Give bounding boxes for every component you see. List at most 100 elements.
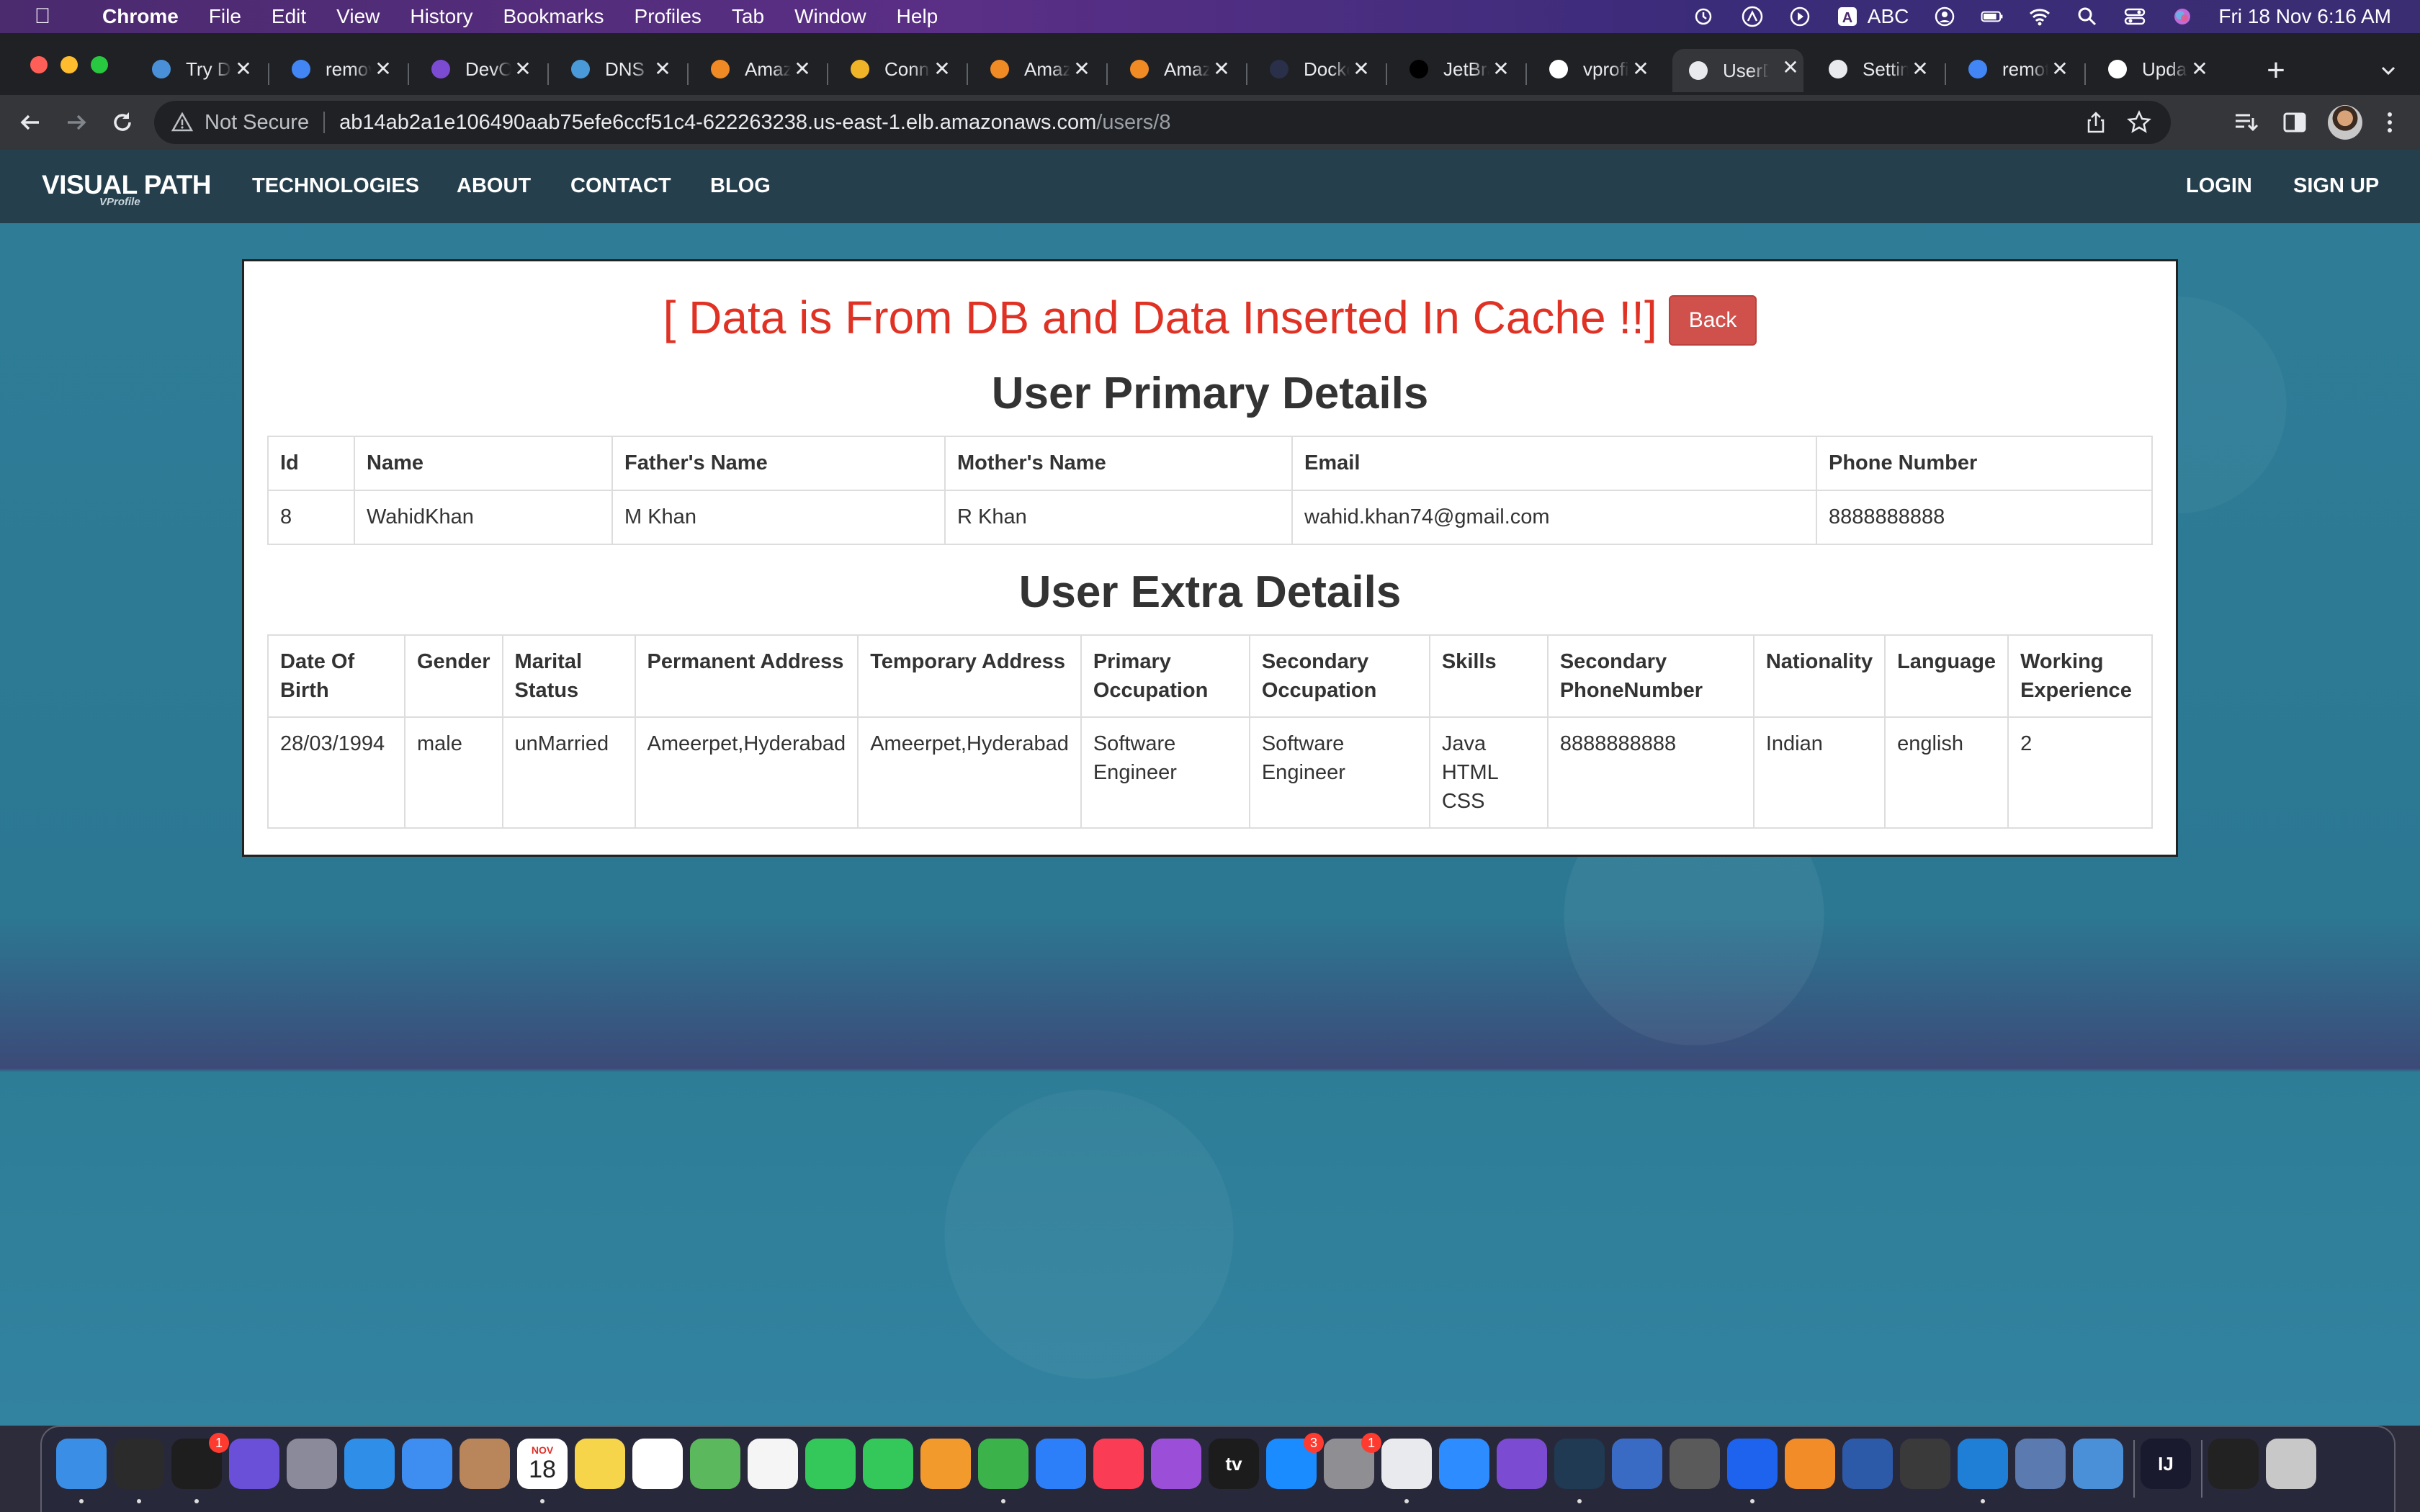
- apple-tv-icon[interactable]: tv: [1209, 1439, 1259, 1489]
- tab-close-icon[interactable]: ✕: [929, 56, 955, 82]
- chrome-icon[interactable]: [1381, 1439, 1432, 1489]
- photos-icon[interactable]: [748, 1439, 798, 1489]
- nav-about[interactable]: ABOUT: [457, 174, 531, 198]
- share-icon[interactable]: [2083, 109, 2109, 135]
- security-label[interactable]: Not Secure: [205, 111, 309, 135]
- vscode-icon[interactable]: [1958, 1439, 2008, 1489]
- profile-avatar[interactable]: [2328, 105, 2362, 140]
- xquartz-icon[interactable]: [2073, 1439, 2123, 1489]
- tab-close-icon[interactable]: ✕: [1348, 56, 1374, 82]
- intellij-icon[interactable]: IJ: [2141, 1439, 2191, 1489]
- battery-icon[interactable]: [1981, 5, 2004, 28]
- tab-close-icon[interactable]: ✕: [370, 56, 396, 82]
- siri-icon[interactable]: [2171, 5, 2194, 28]
- play-icon[interactable]: [1788, 5, 1811, 28]
- browser-tab[interactable]: UserData ✕: [1672, 49, 1803, 92]
- menu-help[interactable]: Help: [897, 5, 938, 28]
- reading-list-icon[interactable]: [2231, 108, 2260, 137]
- zoom-icon[interactable]: [1439, 1439, 1489, 1489]
- calendar-icon[interactable]: NOV 18: [517, 1439, 568, 1489]
- address-bar[interactable]: Not Secure ab14ab2a1e106490aab75efe6ccf5…: [154, 101, 2171, 144]
- browser-tab[interactable]: Amazon✕: [700, 50, 815, 88]
- trash-icon[interactable]: [2266, 1439, 2316, 1489]
- nav-blog[interactable]: BLOG: [710, 174, 771, 198]
- mysql-workbench-icon[interactable]: [1554, 1439, 1605, 1489]
- docker-desktop-icon[interactable]: [1727, 1439, 1778, 1489]
- tab-close-icon[interactable]: ✕: [230, 56, 256, 82]
- maps-icon[interactable]: [690, 1439, 740, 1489]
- gimp-icon[interactable]: [1670, 1439, 1720, 1489]
- user-account-icon[interactable]: [1933, 5, 1956, 28]
- menu-file[interactable]: File: [209, 5, 241, 28]
- menu-bookmarks[interactable]: Bookmarks: [503, 5, 604, 28]
- launchpad-icon[interactable]: [287, 1439, 337, 1489]
- more-menu-icon[interactable]: [2375, 108, 2404, 137]
- browser-tab[interactable]: Update✕: [2097, 50, 2213, 88]
- tab-close-icon[interactable]: ✕: [1069, 56, 1095, 82]
- menu-view[interactable]: View: [336, 5, 380, 28]
- nav-contact[interactable]: CONTACT: [570, 174, 671, 198]
- bookmark-star-icon[interactable]: [2126, 109, 2152, 135]
- tab-close-icon[interactable]: ✕: [2187, 56, 2213, 82]
- reload-icon[interactable]: [108, 108, 137, 137]
- forward-arrow-icon[interactable]: [62, 108, 91, 137]
- browser-tab[interactable]: vprofile✕: [1538, 50, 1654, 88]
- tab-close-icon[interactable]: ✕: [1778, 55, 1803, 81]
- tab-close-icon[interactable]: ✕: [1907, 56, 1933, 82]
- clock[interactable]: Fri 18 Nov 6:16 AM: [2218, 5, 2391, 28]
- browser-tab[interactable]: Docker✕: [1259, 50, 1374, 88]
- sublime-icon[interactable]: [1785, 1439, 1835, 1489]
- warning-triangle-icon[interactable]: [171, 112, 194, 133]
- tab-close-icon[interactable]: ✕: [1488, 56, 1514, 82]
- keynote-icon[interactable]: [1036, 1439, 1086, 1489]
- browser-tab[interactable]: JetBrains✕: [1399, 50, 1514, 88]
- side-panel-icon[interactable]: [2280, 108, 2309, 137]
- loading-app-icon[interactable]: [1900, 1439, 1950, 1489]
- menu-profiles[interactable]: Profiles: [635, 5, 702, 28]
- browser-tab[interactable]: Amazon✕: [1119, 50, 1234, 88]
- browser-tab[interactable]: Settings✕: [1818, 50, 1933, 88]
- browser-tab[interactable]: Amazon✕: [980, 50, 1095, 88]
- input-source-icon[interactable]: A: [1836, 5, 1859, 28]
- minimize-window-button[interactable]: [60, 56, 78, 73]
- contacts-icon[interactable]: [460, 1439, 510, 1489]
- menu-tab[interactable]: Tab: [732, 5, 764, 28]
- tab-close-icon[interactable]: ✕: [2047, 56, 2073, 82]
- browser-tab[interactable]: Try Docker✕: [141, 50, 256, 88]
- close-window-button[interactable]: [30, 56, 48, 73]
- browser-tab[interactable]: remove✕: [281, 50, 396, 88]
- tab-close-icon[interactable]: ✕: [789, 56, 815, 82]
- apple-menu-icon[interactable]: : [26, 4, 59, 29]
- menu-window[interactable]: Window: [794, 5, 866, 28]
- tab-close-icon[interactable]: ✕: [510, 56, 536, 82]
- podcasts-icon[interactable]: [1151, 1439, 1201, 1489]
- nav-technologies[interactable]: TECHNOLOGIES: [252, 174, 419, 198]
- facetime-icon[interactable]: [863, 1439, 913, 1489]
- virtualbox-icon[interactable]: [1842, 1439, 1893, 1489]
- mail-icon[interactable]: [402, 1439, 452, 1489]
- browser-tab[interactable]: remote✕: [1958, 50, 2073, 88]
- accessibility-icon[interactable]: [1741, 5, 1764, 28]
- finder-icon[interactable]: [56, 1439, 107, 1489]
- messages-icon[interactable]: [805, 1439, 856, 1489]
- tab-close-icon[interactable]: ✕: [1628, 56, 1654, 82]
- browser-tab[interactable]: DevOps✕: [421, 50, 536, 88]
- tab-search-chevron-icon[interactable]: [2377, 59, 2403, 85]
- notes-icon[interactable]: [575, 1439, 625, 1489]
- nav-signup[interactable]: SIGN UP: [2293, 174, 2379, 198]
- reminders-icon[interactable]: [632, 1439, 683, 1489]
- monitor-app-icon[interactable]: [2015, 1439, 2066, 1489]
- numbers-icon[interactable]: [978, 1439, 1028, 1489]
- safari-icon[interactable]: [344, 1439, 395, 1489]
- github-desktop-icon[interactable]: [1497, 1439, 1547, 1489]
- nav-login[interactable]: LOGIN: [2186, 174, 2252, 198]
- music-icon[interactable]: [1093, 1439, 1144, 1489]
- wifi-icon[interactable]: [2028, 5, 2051, 28]
- back-arrow-icon[interactable]: [16, 108, 45, 137]
- browser-tab[interactable]: Connect✕: [840, 50, 955, 88]
- menu-history[interactable]: History: [410, 5, 472, 28]
- zoom-window-button[interactable]: [91, 56, 108, 73]
- tab-close-icon[interactable]: ✕: [650, 56, 676, 82]
- back-button[interactable]: Back: [1668, 295, 1757, 346]
- multipass-icon[interactable]: [1612, 1439, 1662, 1489]
